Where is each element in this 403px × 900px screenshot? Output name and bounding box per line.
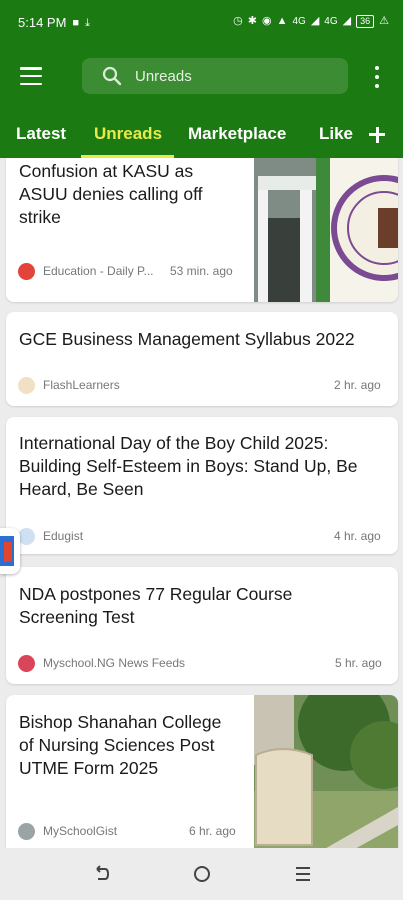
article-time: 6 hr. ago bbox=[189, 824, 236, 838]
back-icon[interactable] bbox=[89, 862, 113, 886]
tab-latest[interactable]: Latest bbox=[16, 124, 66, 144]
source-logo-icon bbox=[18, 822, 35, 840]
source-name: MySchoolGist bbox=[43, 824, 118, 838]
signal-icon-2: ◢ bbox=[342, 15, 352, 27]
article-card[interactable]: NDA postpones 77 Regular Course Screenin… bbox=[6, 567, 398, 684]
bluetooth-icon: ✱ bbox=[247, 15, 257, 27]
article-source: MySchoolGist bbox=[18, 822, 117, 840]
download-icon: ⤓ bbox=[85, 16, 90, 29]
status-bar: 5:14 PM ■ ⤓ ◷ ✱ ◉ ▲ 4G ◢ 4G ◢ 36 ⚠ bbox=[0, 0, 403, 44]
signal-icon-1: ◢ bbox=[310, 15, 320, 27]
article-thumbnail bbox=[254, 158, 398, 302]
article-card[interactable]: Bishop Shanahan College of Nursing Scien… bbox=[6, 695, 398, 848]
system-nav-bar bbox=[0, 848, 403, 900]
battery-level: 36 bbox=[360, 15, 371, 26]
source-logo-icon bbox=[18, 376, 35, 394]
recents-icon[interactable] bbox=[291, 862, 315, 886]
search-placeholder: Unreads bbox=[135, 68, 192, 85]
article-title: International Day of the Boy Child 2025:… bbox=[19, 433, 358, 499]
article-card[interactable]: Confusion at KASU as ASUU denies calling… bbox=[6, 158, 398, 302]
wifi-icon: ▲ bbox=[276, 15, 288, 27]
article-source: FlashLearners bbox=[18, 376, 120, 394]
tab-bar: Latest Unreads Marketplace Like bbox=[0, 110, 403, 158]
article-title: NDA postpones 77 Regular Course Screenin… bbox=[19, 584, 293, 627]
tab-marketplace[interactable]: Marketplace bbox=[188, 124, 286, 144]
tab-unreads[interactable]: Unreads bbox=[94, 124, 162, 144]
source-name: Edugist bbox=[43, 529, 84, 543]
more-options-icon[interactable] bbox=[372, 66, 382, 88]
article-thumbnail bbox=[254, 695, 398, 848]
alarm-icon: ◷ bbox=[233, 15, 243, 27]
article-card[interactable]: International Day of the Boy Child 2025:… bbox=[6, 417, 398, 554]
source-logo-icon bbox=[18, 527, 35, 545]
app-bar: Unreads bbox=[0, 44, 403, 110]
add-tab-icon[interactable] bbox=[355, 110, 403, 158]
status-time: 5:14 PM bbox=[18, 15, 67, 30]
search-input[interactable]: Unreads bbox=[82, 58, 348, 94]
source-logo-icon bbox=[18, 654, 35, 672]
hotspot-icon: ◉ bbox=[261, 15, 272, 27]
network-label-2: 4G bbox=[324, 15, 338, 27]
article-source: Education - Daily P... bbox=[18, 262, 154, 280]
message-icon: ■ bbox=[72, 16, 80, 29]
tab-like[interactable]: Like bbox=[319, 124, 353, 144]
article-time: 2 hr. ago bbox=[334, 378, 381, 392]
source-name: Myschool.NG News Feeds bbox=[43, 656, 186, 670]
search-icon bbox=[102, 66, 122, 86]
home-icon[interactable] bbox=[190, 862, 214, 886]
article-time: 53 min. ago bbox=[170, 264, 233, 278]
source-name: FlashLearners bbox=[43, 378, 120, 392]
network-label-1: 4G bbox=[292, 15, 306, 27]
article-title: GCE Business Management Syllabus 2022 bbox=[19, 329, 355, 349]
source-name: Education - Daily P... bbox=[43, 264, 154, 278]
article-time: 5 hr. ago bbox=[335, 656, 382, 670]
alert-icon: ⚠ bbox=[379, 15, 389, 27]
source-logo-icon bbox=[18, 262, 35, 280]
article-source: Myschool.NG News Feeds bbox=[18, 654, 185, 672]
news-feed[interactable]: Confusion at KASU as ASUU denies calling… bbox=[0, 158, 403, 848]
article-time: 4 hr. ago bbox=[334, 529, 381, 543]
battery-icon: 36 bbox=[356, 14, 375, 28]
article-title: Bishop Shanahan College of Nursing Scien… bbox=[19, 712, 222, 778]
article-card[interactable]: GCE Business Management Syllabus 2022 Fl… bbox=[6, 312, 398, 406]
article-title: Confusion at KASU as ASUU denies calling… bbox=[19, 161, 203, 227]
article-source: Edugist bbox=[18, 527, 83, 545]
floating-widget-icon[interactable] bbox=[0, 528, 20, 574]
menu-icon[interactable] bbox=[20, 67, 42, 85]
